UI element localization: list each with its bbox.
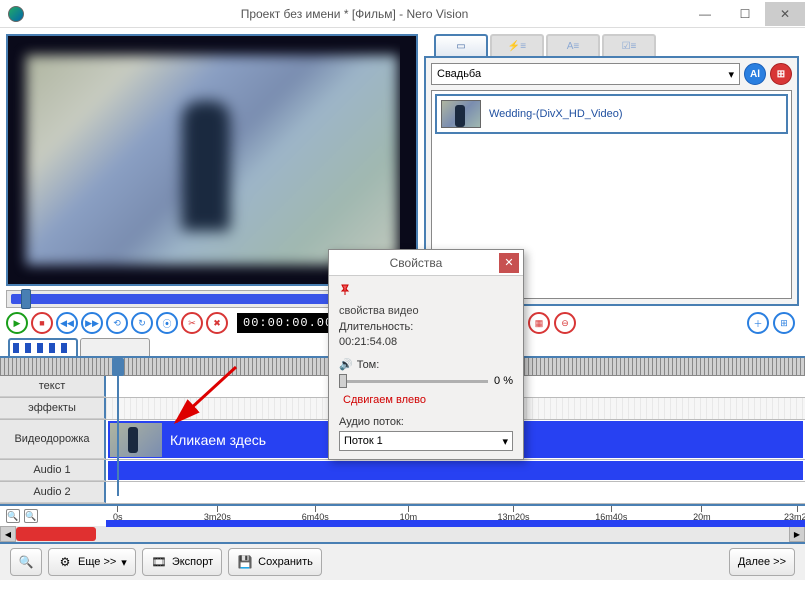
chevron-down-icon: ▾	[121, 556, 127, 569]
timeline-playhead[interactable]	[112, 358, 124, 376]
cut-button[interactable]: ✖	[206, 312, 228, 334]
timeline-tab-2[interactable]	[80, 338, 150, 356]
close-button[interactable]: ✕	[765, 2, 805, 26]
bottom-toolbar: 🔍 ⚙Еще >>▾ 🎞Экспорт 💾Сохранить Далее >>	[0, 542, 805, 580]
play-button[interactable]: ▶	[6, 312, 28, 334]
media-dropdown[interactable]: Свадьба ▾	[431, 63, 740, 85]
scroll-left[interactable]: ◀	[0, 526, 16, 542]
title-bar: Проект без имени * [Фильм] - Nero Vision…	[0, 0, 805, 28]
snapshot-button[interactable]: ⦿	[156, 312, 178, 334]
chevron-down-icon: ▾	[502, 435, 508, 448]
duration-label: Длительность:	[339, 321, 413, 333]
volume-value: 0 %	[494, 375, 513, 387]
window-title: Проект без имени * [Фильм] - Nero Vision	[24, 7, 685, 21]
audio-stream-select[interactable]: Поток 1 ▾	[339, 431, 513, 451]
track-audio2[interactable]	[106, 482, 805, 503]
timecode: 00:00:00.00	[237, 313, 339, 333]
gear-icon: ⚙	[57, 554, 73, 570]
more-button[interactable]: ⚙Еще >>▾	[48, 548, 136, 576]
tab-media[interactable]: ▭	[434, 34, 488, 56]
audio-stream-value: Поток 1	[344, 435, 383, 447]
save-button[interactable]: 💾Сохранить	[228, 548, 322, 576]
tab-effects[interactable]: ⚡≡	[490, 34, 544, 56]
playhead-marker[interactable]	[21, 289, 31, 309]
properties-dialog: Свойства ✕ свойства видео Длительность: …	[328, 249, 524, 460]
volume-slider[interactable]: 0 %	[339, 374, 513, 388]
track-label-audio2: Audio 2	[0, 482, 106, 503]
scroll-right[interactable]: ▶	[789, 526, 805, 542]
dialog-close-button[interactable]: ✕	[499, 253, 519, 273]
volume-label: Том:	[357, 359, 380, 371]
slide-note: Сдвигаем влево	[343, 394, 513, 406]
timeline-scrollbar[interactable]: ◀ ▶	[0, 526, 805, 542]
slider-thumb[interactable]	[339, 374, 347, 388]
media-item[interactable]: Wedding-(DivX_HD_Video)	[435, 94, 788, 134]
search-icon: 🔍	[18, 554, 34, 570]
media-item-label: Wedding-(DivX_HD_Video)	[489, 108, 623, 120]
remove-media-button[interactable]: ⊞	[770, 63, 792, 85]
track-audio1[interactable]	[106, 460, 805, 481]
tab-text[interactable]: A≡	[546, 34, 600, 56]
rb-add[interactable]: ＋	[747, 312, 769, 334]
tab-transitions[interactable]: ☑≡	[602, 34, 656, 56]
video-section-label: свойства видео	[339, 305, 513, 317]
time-scale[interactable]: 0s 3m20s 6m40s 10m 13m20s 16m40s 20m 23m…	[106, 506, 805, 526]
dropdown-value: Свадьба	[437, 68, 481, 80]
rec-button[interactable]: ✂	[181, 312, 203, 334]
add-media-button[interactable]: Al	[744, 63, 766, 85]
rewind-button[interactable]: ⟲	[106, 312, 128, 334]
track-label-effects: эффекты	[0, 398, 106, 419]
maximize-button[interactable]: ☐	[725, 2, 765, 26]
track-label-video: Видеодорожка	[0, 420, 106, 459]
clip-title: Кликаем здесь	[170, 432, 266, 448]
stop-button[interactable]: ■	[31, 312, 53, 334]
pin-icon	[339, 284, 351, 296]
browse-button[interactable]: 🔍	[10, 548, 42, 576]
chevron-down-icon: ▾	[728, 68, 734, 81]
rb-del[interactable]: ▦	[528, 312, 550, 334]
minimize-button[interactable]: —	[685, 2, 725, 26]
media-thumbnail	[441, 100, 481, 128]
export-button[interactable]: 🎞Экспорт	[142, 548, 222, 576]
prev-button[interactable]: ◀◀	[56, 312, 78, 334]
track-label-text: текст	[0, 376, 106, 397]
export-icon: 🎞	[151, 554, 167, 570]
track-label-audio1: Audio 1	[0, 460, 106, 481]
rb-browse[interactable]: ⊞	[773, 312, 795, 334]
duration-value: 00:21:54.08	[339, 336, 397, 348]
save-icon: 💾	[237, 554, 253, 570]
timeline-tab-1[interactable]	[8, 338, 78, 356]
zoom-in-button[interactable]: 🔍	[6, 509, 20, 523]
audio-stream-label: Аудио поток:	[339, 416, 404, 428]
next-button[interactable]: ▶▶	[81, 312, 103, 334]
loop-button[interactable]: ↻	[131, 312, 153, 334]
dialog-title: Свойства	[333, 256, 499, 270]
scroll-thumb[interactable]	[16, 527, 96, 541]
app-icon	[8, 6, 24, 22]
speaker-icon: 🔊	[339, 358, 353, 371]
next-button[interactable]: Далее >>	[729, 548, 795, 576]
zoom-out-button[interactable]: 🔍	[24, 509, 38, 523]
rb-clear[interactable]: ⊖	[554, 312, 576, 334]
